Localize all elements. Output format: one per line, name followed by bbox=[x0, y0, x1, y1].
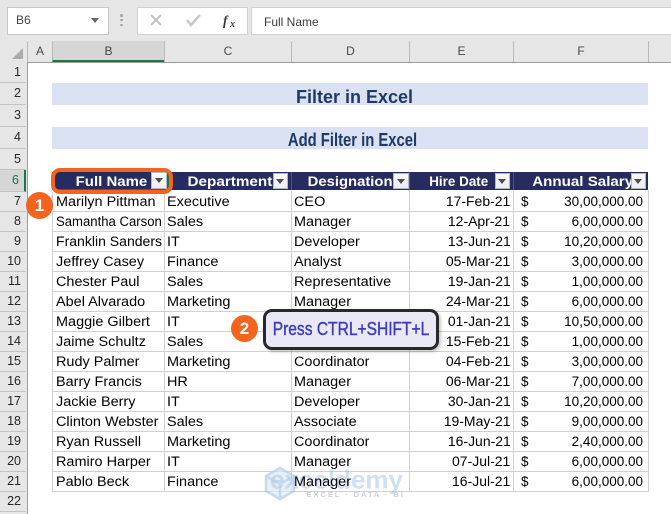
svg-text:x: x bbox=[229, 19, 235, 30]
svg-text:f: f bbox=[223, 13, 229, 28]
